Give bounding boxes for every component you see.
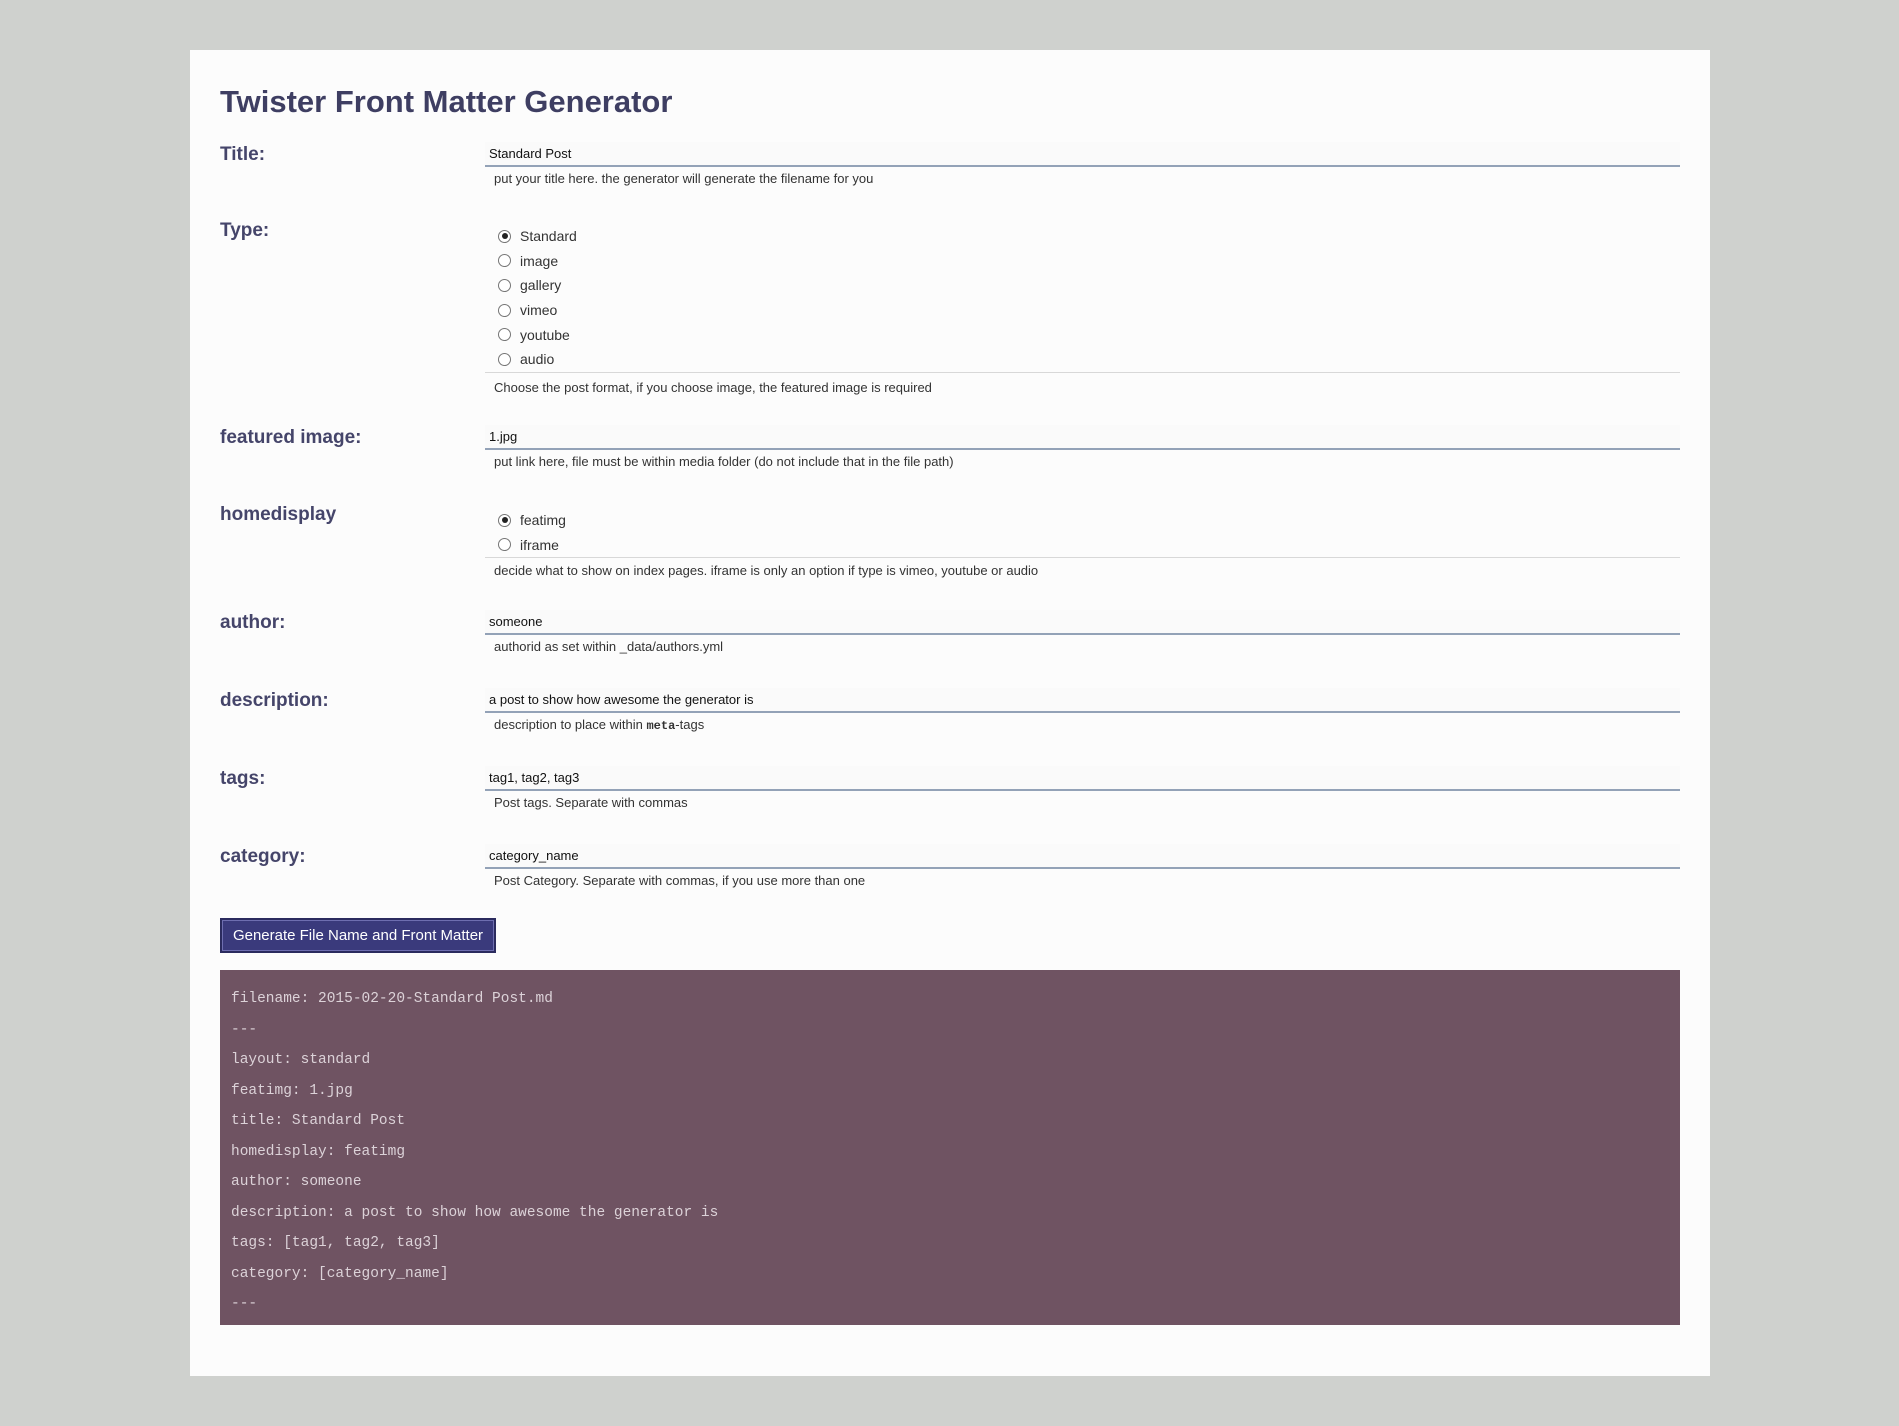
output-line: homedisplay: featimg bbox=[231, 1143, 406, 1160]
type-option-standard[interactable]: Standard bbox=[498, 224, 1680, 249]
page-title: Twister Front Matter Generator bbox=[220, 84, 673, 119]
type-option-label: Standard bbox=[520, 228, 577, 245]
output-line: author: someone bbox=[231, 1174, 362, 1190]
meta-code: meta bbox=[646, 719, 676, 733]
homedisplay-field: featimg iframe decide what to show on in… bbox=[485, 504, 1680, 578]
tags-input[interactable] bbox=[485, 766, 1680, 791]
output-panel: filename: 2015-02-20-Standard Post.md --… bbox=[220, 970, 1680, 1325]
radio-button[interactable] bbox=[498, 352, 511, 366]
description-input[interactable] bbox=[485, 688, 1680, 713]
category-field: Post Category. Separate with commas, if … bbox=[485, 844, 1680, 888]
output-line: --- bbox=[231, 1296, 258, 1312]
output-line: layout: standard bbox=[231, 1052, 371, 1068]
homedisplay-help: decide what to show on index pages. ifra… bbox=[494, 563, 1039, 579]
type-option-image[interactable]: image bbox=[498, 249, 1680, 274]
type-field: Standard image gallery vimeo youtube aud… bbox=[485, 220, 1680, 395]
description-label: description: bbox=[220, 690, 329, 711]
category-input[interactable] bbox=[485, 844, 1680, 869]
homedisplay-option-featimg[interactable]: featimg bbox=[498, 508, 1680, 533]
output-line: tags: [tag1, tag2, tag3] bbox=[231, 1235, 440, 1251]
radio-button[interactable] bbox=[498, 254, 511, 268]
type-option-label: vimeo bbox=[520, 302, 558, 319]
description-help-text: description to place within bbox=[494, 717, 647, 732]
type-option-label: image bbox=[520, 252, 559, 269]
featured-image-help: put link here, file must be within media… bbox=[494, 454, 954, 469]
radio-button[interactable] bbox=[498, 328, 511, 342]
homedisplay-option-label: featimg bbox=[520, 512, 566, 529]
output-line: category: [category_name] bbox=[231, 1265, 449, 1282]
author-input[interactable] bbox=[485, 610, 1680, 635]
radio-button[interactable] bbox=[498, 278, 511, 292]
featured-image-input[interactable] bbox=[485, 425, 1680, 450]
description-field: description to place within meta-tags bbox=[485, 688, 1680, 733]
type-radio-group: Standard image gallery vimeo youtube aud… bbox=[485, 220, 1680, 372]
description-help-suffix: -tags bbox=[675, 717, 705, 732]
tags-label: tags: bbox=[220, 768, 266, 789]
author-help: authorid as set within _data/authors.yml bbox=[494, 639, 724, 654]
generate-button[interactable]: Generate File Name and Front Matter bbox=[220, 918, 496, 953]
category-label: category: bbox=[220, 846, 306, 867]
type-option-label: gallery bbox=[520, 277, 562, 294]
category-help: Post Category. Separate with commas, if … bbox=[494, 873, 866, 888]
type-help: Choose the post format, if you choose im… bbox=[494, 379, 932, 395]
radio-button[interactable] bbox=[498, 538, 511, 552]
title-label: Title: bbox=[220, 144, 266, 165]
main-panel: Twister Front Matter Generator Title: pu… bbox=[190, 50, 1710, 1376]
tags-help: Post tags. Separate with commas bbox=[494, 795, 688, 810]
tags-field: Post tags. Separate with commas bbox=[485, 766, 1680, 810]
type-option-gallery[interactable]: gallery bbox=[498, 273, 1680, 298]
author-label: author: bbox=[220, 612, 286, 633]
radio-button-checked[interactable] bbox=[498, 229, 511, 243]
title-input[interactable] bbox=[485, 142, 1680, 167]
type-option-label: audio bbox=[520, 351, 555, 368]
type-option-youtube[interactable]: youtube bbox=[498, 322, 1680, 347]
radio-button[interactable] bbox=[498, 303, 511, 317]
homedisplay-label: homedisplay bbox=[220, 504, 337, 525]
title-help: put your title here. the generator will … bbox=[494, 171, 874, 186]
output-line: title: Standard Post bbox=[231, 1113, 406, 1129]
homedisplay-radio-group: featimg iframe bbox=[485, 504, 1680, 557]
homedisplay-option-label: iframe bbox=[520, 536, 559, 553]
type-option-label: youtube bbox=[520, 326, 570, 343]
featured-image-label: featured image: bbox=[220, 427, 362, 448]
author-field: authorid as set within _data/authors.yml bbox=[485, 610, 1680, 654]
output-line: description: a post to show how awesome … bbox=[231, 1204, 719, 1221]
title-field: put your title here. the generator will … bbox=[485, 142, 1680, 186]
description-help: description to place within meta-tags bbox=[485, 713, 1680, 733]
output-line: filename: 2015-02-20-Standard Post.md bbox=[231, 991, 553, 1007]
homedisplay-option-iframe[interactable]: iframe bbox=[498, 533, 1680, 558]
type-label: Type: bbox=[220, 220, 270, 241]
radio-button-checked[interactable] bbox=[498, 513, 511, 527]
output-line: featimg: 1.jpg bbox=[231, 1082, 353, 1099]
featured-image-field: put link here, file must be within media… bbox=[485, 425, 1680, 469]
type-option-vimeo[interactable]: vimeo bbox=[498, 298, 1680, 323]
output-line: --- bbox=[231, 1021, 258, 1038]
type-option-audio[interactable]: audio bbox=[498, 347, 1680, 372]
